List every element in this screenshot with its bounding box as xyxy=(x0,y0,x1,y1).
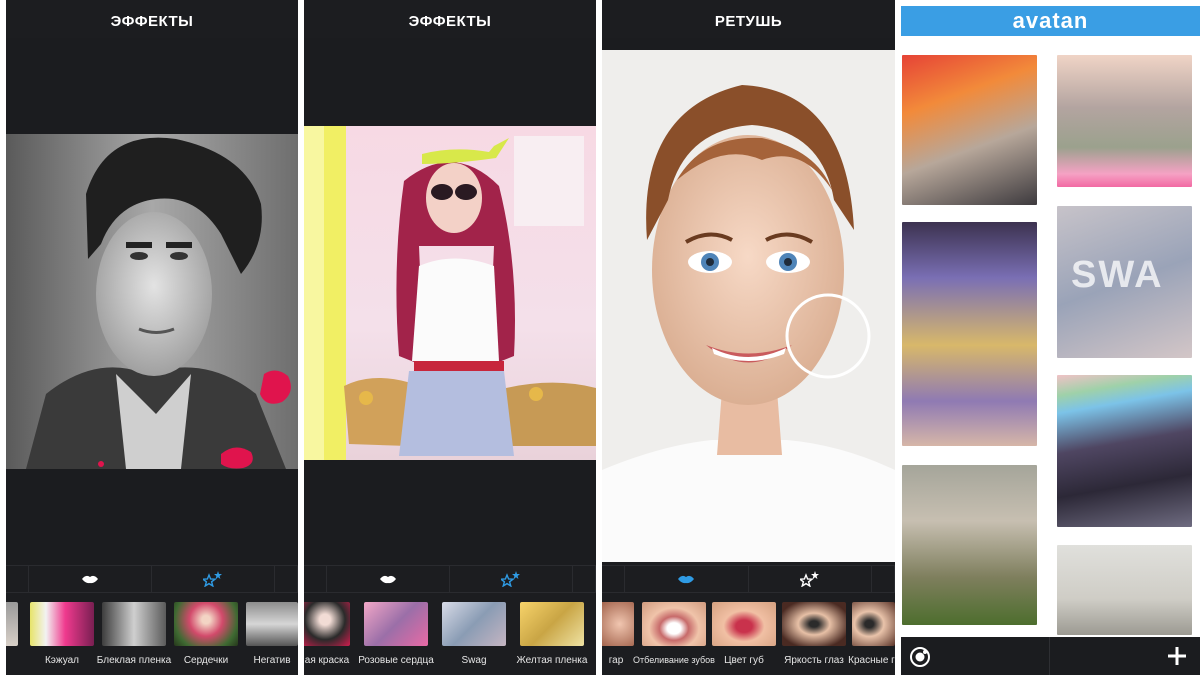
magic-stars-icon xyxy=(799,571,819,587)
tool-tabs xyxy=(6,565,298,593)
magic-stars-icon xyxy=(203,571,222,587)
tab-effects[interactable] xyxy=(450,566,573,592)
feed-tile[interactable]: SWA xyxy=(1057,206,1192,358)
effect-thumbnail[interactable] xyxy=(520,602,584,646)
tool-thumbnail[interactable] xyxy=(852,602,895,646)
feed-tile[interactable] xyxy=(902,55,1037,205)
tool-thumbnail[interactable] xyxy=(642,602,706,646)
feed-tile[interactable] xyxy=(1057,375,1192,527)
tool-label: гар xyxy=(608,655,624,666)
camera-button[interactable] xyxy=(909,646,931,668)
canvas-padding xyxy=(6,38,298,134)
tool-tabs xyxy=(602,565,895,593)
canvas-padding xyxy=(602,38,895,50)
effect-thumbnail[interactable] xyxy=(246,602,298,646)
effect-thumbnail[interactable] xyxy=(6,602,18,646)
tab-spacer xyxy=(573,566,596,592)
magic-stars-icon xyxy=(501,571,520,587)
tool-label: Яркость глаз xyxy=(784,655,844,666)
screen-title: РЕТУШЬ xyxy=(602,6,895,38)
bottom-toolbar xyxy=(901,637,1200,675)
lips-icon xyxy=(678,575,695,584)
photo-girl-skateboard xyxy=(304,126,596,460)
photo-bw-portrait xyxy=(6,134,298,469)
effect-thumbnail[interactable] xyxy=(174,602,238,646)
lips-icon xyxy=(380,575,396,584)
add-button[interactable] xyxy=(1166,645,1188,667)
effect-label: Swag xyxy=(461,655,487,666)
tool-thumbnail[interactable] xyxy=(712,602,776,646)
tab-spacer xyxy=(304,566,327,592)
retouch-tools-strip: гар Отбеливание зубов Цвет губ Яркость г… xyxy=(602,597,895,675)
lips-icon xyxy=(82,575,98,584)
effects-strip: Кэжуал Блеклая пленка Сердечки Негатив xyxy=(6,597,298,675)
tool-label: Отбеливание зубов xyxy=(633,655,715,665)
effect-label: Негатив xyxy=(253,655,291,666)
plus-icon xyxy=(1168,647,1186,665)
tab-retouch[interactable] xyxy=(625,566,749,592)
effect-label: ая краска xyxy=(304,655,350,666)
effect-label: Кэжуал xyxy=(44,655,79,666)
tab-retouch[interactable] xyxy=(29,566,152,592)
feed-tile[interactable] xyxy=(902,465,1037,625)
tab-spacer xyxy=(275,566,298,592)
screen-title: ЭФФЕКТЫ xyxy=(6,6,298,38)
toolbar-divider xyxy=(1049,637,1050,675)
feed-tile[interactable] xyxy=(902,222,1037,446)
effect-label: Желтая пленка xyxy=(516,655,588,666)
tab-spacer xyxy=(872,566,895,592)
effect-label: Блеклая пленка xyxy=(96,655,172,666)
avatan-feed-screen: avatan SWA xyxy=(901,0,1200,675)
effect-thumbnail[interactable] xyxy=(364,602,428,646)
effect-label: Сердечки xyxy=(183,655,229,666)
feed-tile[interactable] xyxy=(1057,545,1192,635)
canvas-padding xyxy=(6,469,298,565)
effects-strip: ая краска Розовые сердца Swag Желтая пле… xyxy=(304,597,596,675)
photo-woman-portrait xyxy=(602,50,895,562)
app-logo: avatan xyxy=(1012,8,1089,33)
camera-icon xyxy=(910,647,930,667)
tab-effects[interactable] xyxy=(152,566,275,592)
tab-spacer xyxy=(6,566,29,592)
effects-screen-1: ЭФФЕКТЫ Кэжуал Блеклая пленка Сердечки Н… xyxy=(6,0,298,675)
effect-thumbnail[interactable] xyxy=(102,602,166,646)
feed-tile[interactable] xyxy=(1057,55,1192,187)
screen-title: ЭФФЕКТЫ xyxy=(304,6,596,38)
tool-thumbnail[interactable] xyxy=(602,602,634,646)
tab-effects[interactable] xyxy=(749,566,872,592)
effect-label: Розовые сердца xyxy=(358,655,434,666)
canvas-padding xyxy=(304,460,596,565)
effect-thumbnail[interactable] xyxy=(442,602,506,646)
tool-label: Цвет губ xyxy=(724,655,764,666)
tab-spacer xyxy=(602,566,625,592)
canvas-padding xyxy=(304,38,596,126)
tool-label: Красные г xyxy=(848,655,895,666)
tab-retouch[interactable] xyxy=(327,566,450,592)
effects-screen-2: ЭФФЕКТЫ ая краска Розовые сердца Swag Же… xyxy=(304,0,596,675)
tool-tabs xyxy=(304,565,596,593)
effect-thumbnail[interactable] xyxy=(304,602,350,646)
effect-thumbnail[interactable] xyxy=(30,602,94,646)
tool-thumbnail[interactable] xyxy=(782,602,846,646)
retouch-screen: РЕТУШЬ гар Отбеливание зубов Цвет губ Яр… xyxy=(602,0,895,675)
tile-caption: SWA xyxy=(1071,254,1164,296)
